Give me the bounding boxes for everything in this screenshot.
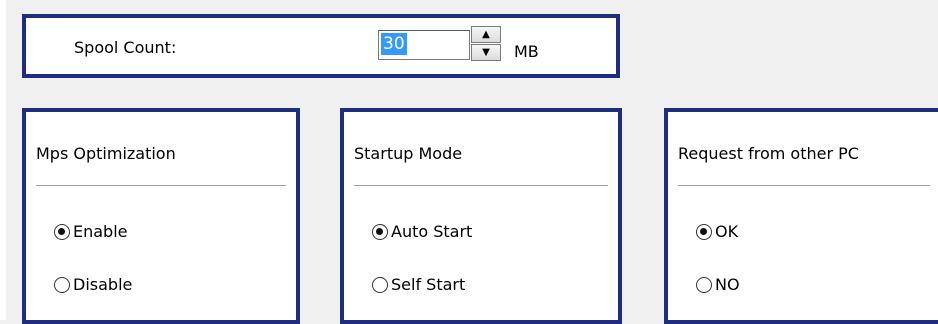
radio-label[interactable]: Auto Start: [391, 222, 472, 242]
radio-ok[interactable]: OK: [696, 222, 738, 242]
radio-label[interactable]: Self Start: [391, 275, 465, 295]
group-title: Request from other PC: [678, 144, 859, 163]
radio-unchecked-icon[interactable]: [696, 277, 712, 293]
radio-label[interactable]: Enable: [73, 222, 128, 242]
spool-unit-label: MB: [514, 42, 539, 61]
radio-unchecked-icon[interactable]: [54, 277, 70, 293]
radio-checked-icon[interactable]: [54, 224, 70, 240]
spool-count-panel: Spool Count: 30 ▲ ▼ MB: [22, 14, 620, 78]
spool-count-value[interactable]: 30: [381, 33, 407, 55]
radio-checked-icon[interactable]: [696, 224, 712, 240]
spin-down-button[interactable]: ▼: [471, 44, 501, 61]
startup-mode-group: Startup Mode Auto Start Self Start: [340, 108, 622, 324]
radio-no[interactable]: NO: [696, 275, 740, 295]
radio-self-start[interactable]: Self Start: [372, 275, 465, 295]
spool-count-label: Spool Count:: [74, 38, 177, 57]
radio-label[interactable]: Disable: [73, 275, 132, 295]
radio-label[interactable]: OK: [715, 222, 738, 242]
left-edge-strip: [0, 0, 6, 320]
group-title: Mps Optimization: [36, 144, 176, 163]
group-divider: [36, 185, 286, 187]
group-title: Startup Mode: [354, 144, 463, 163]
arrow-up-icon: ▲: [482, 29, 490, 40]
radio-unchecked-icon[interactable]: [372, 277, 388, 293]
radio-auto-start[interactable]: Auto Start: [372, 222, 472, 242]
group-divider: [678, 185, 930, 187]
spin-up-button[interactable]: ▲: [471, 26, 501, 43]
radio-disable[interactable]: Disable: [54, 275, 132, 295]
spool-count-input[interactable]: 30: [378, 30, 470, 60]
arrow-down-icon: ▼: [482, 47, 490, 58]
mps-optimization-group: Mps Optimization Enable Disable: [22, 108, 300, 324]
radio-enable[interactable]: Enable: [54, 222, 128, 242]
radio-checked-icon[interactable]: [372, 224, 388, 240]
radio-label[interactable]: NO: [715, 275, 740, 295]
request-from-other-pc-group: Request from other PC OK NO: [664, 108, 938, 324]
group-divider: [354, 185, 608, 187]
